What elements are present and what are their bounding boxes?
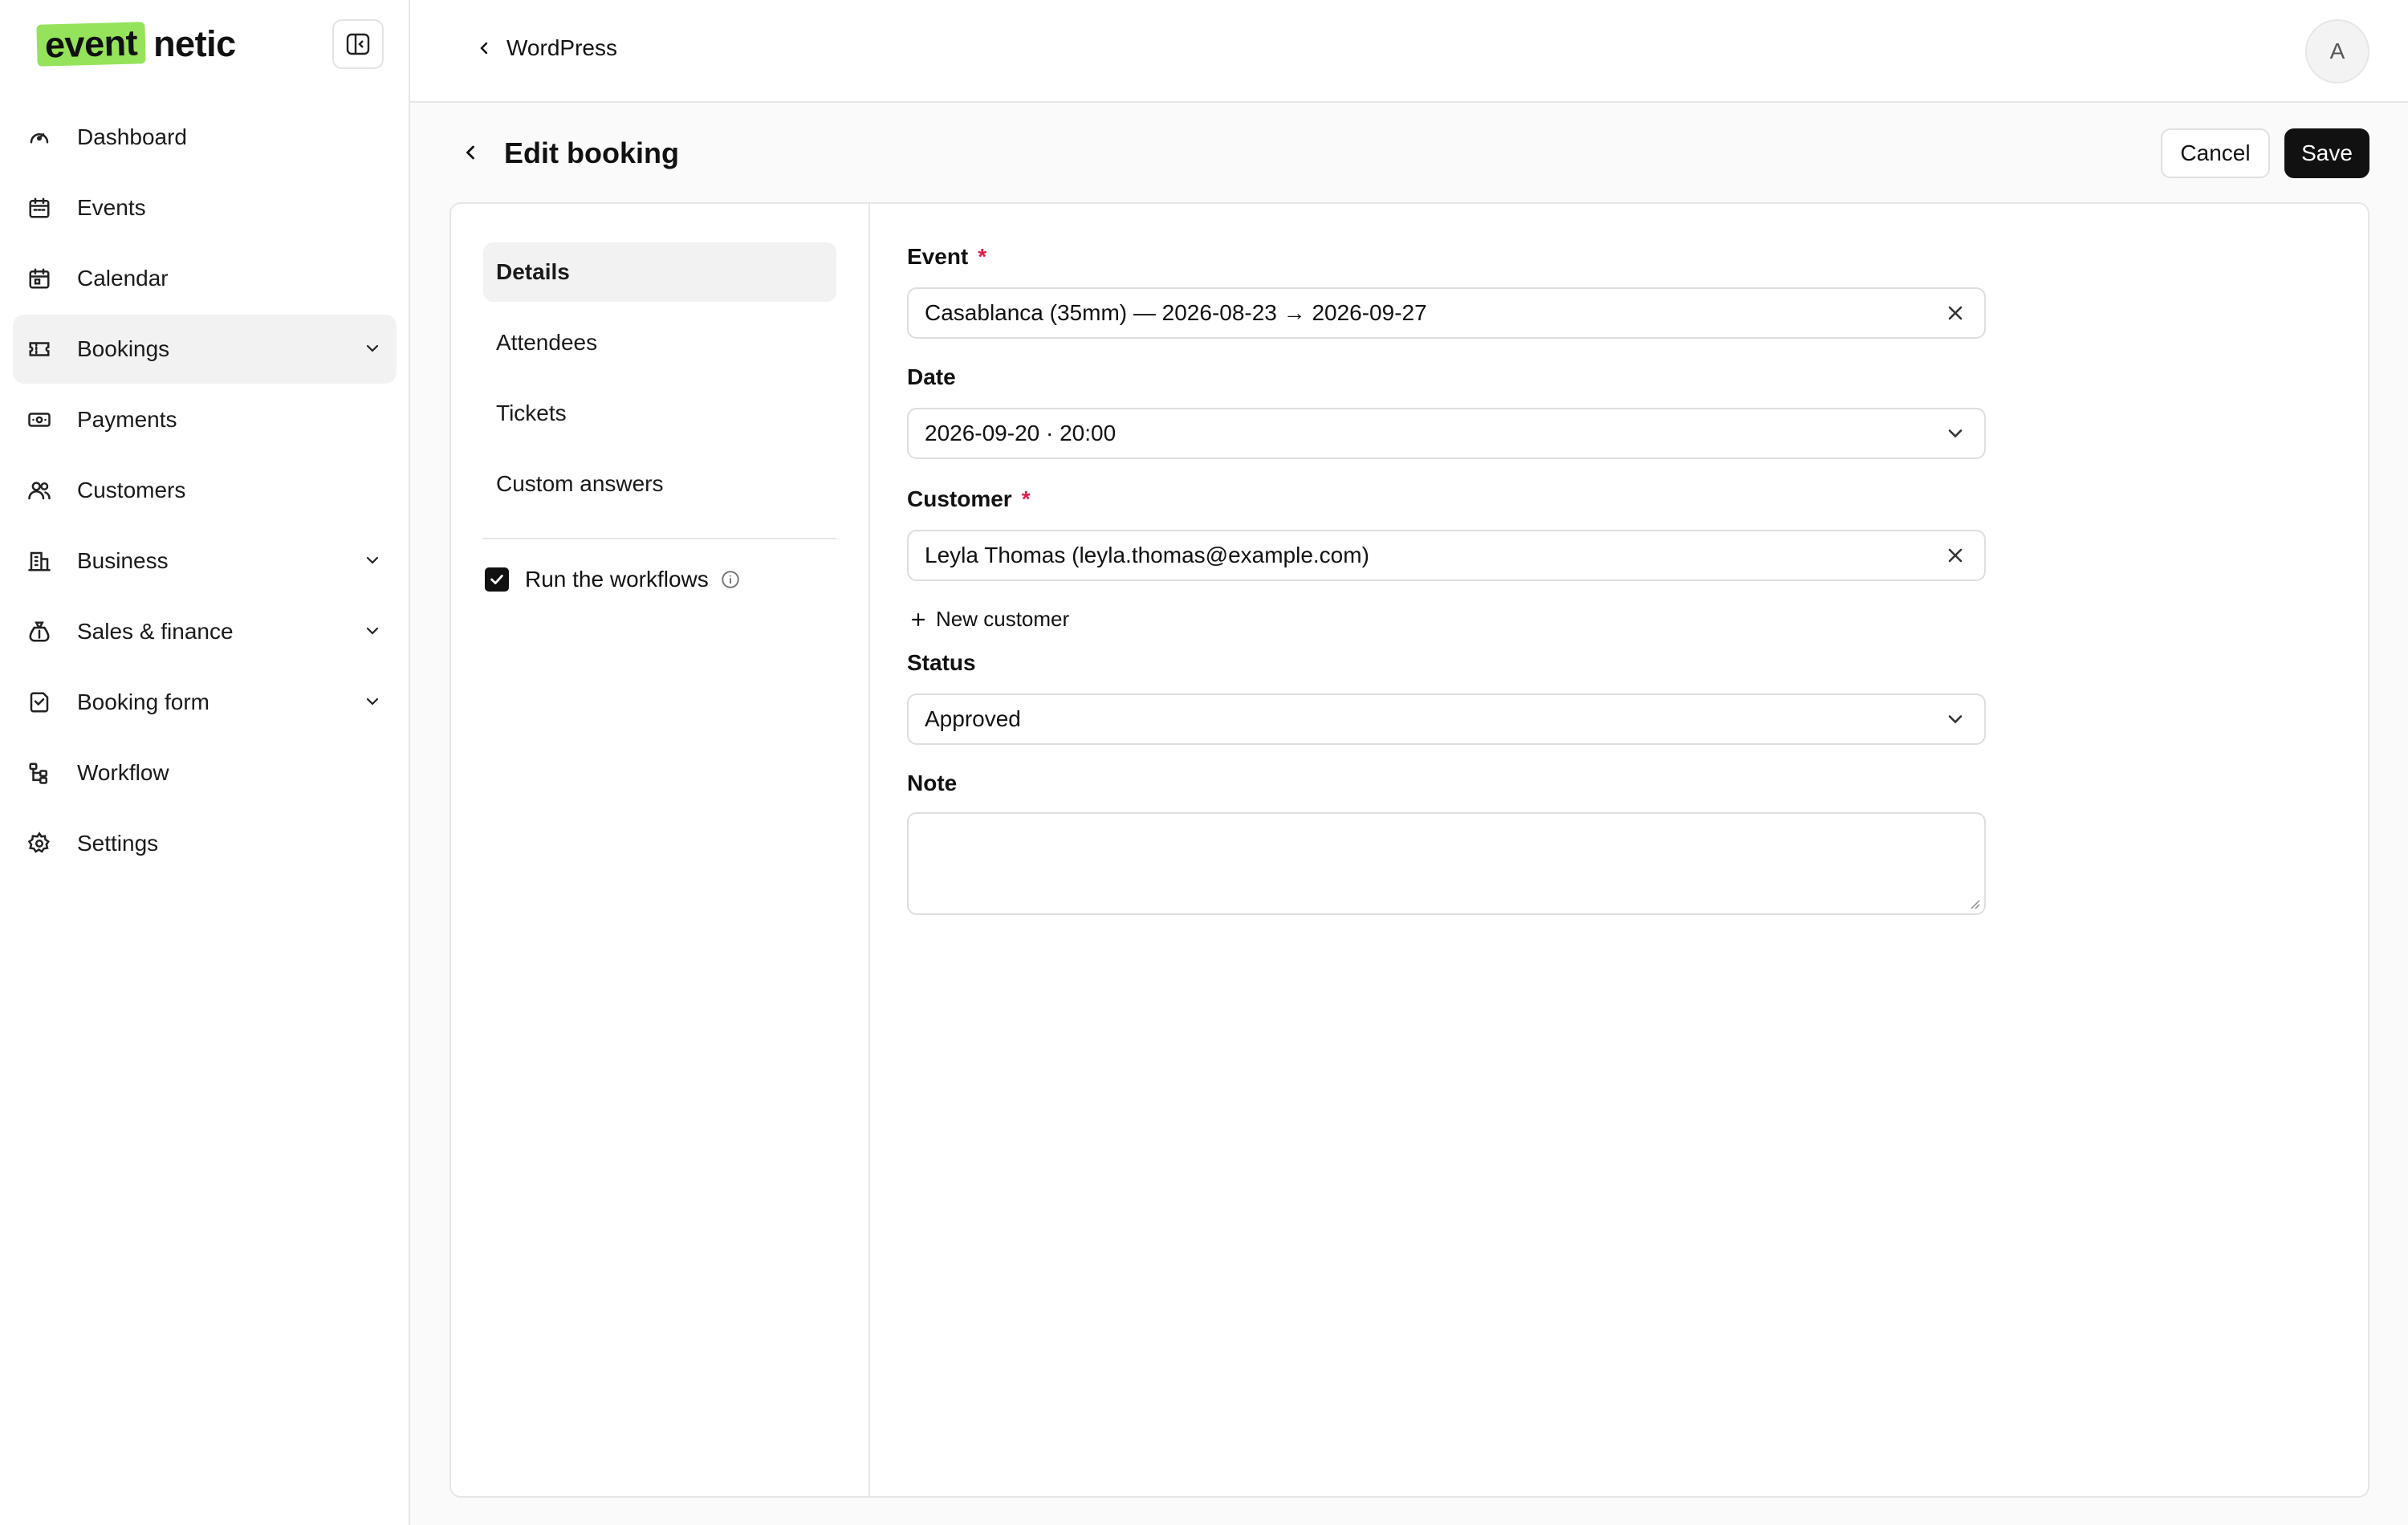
sidebar-item-label: Customers bbox=[77, 478, 186, 502]
ticket-icon bbox=[26, 336, 53, 363]
users-icon bbox=[26, 477, 53, 504]
date-select[interactable]: 2026-09-20 · 20:00 bbox=[907, 408, 1986, 459]
event-value: Casablanca (35mm) — 2026-08-23 → 2026-09… bbox=[925, 300, 1427, 325]
sidebar-item-label: Payments bbox=[77, 407, 177, 432]
banknote-icon bbox=[26, 406, 53, 433]
checkmark-icon bbox=[490, 575, 503, 584]
note-label: Note bbox=[907, 771, 958, 795]
event-label: Event * bbox=[907, 244, 986, 270]
sidebar-item-label: Booking form bbox=[77, 689, 209, 714]
sidebar-item-dashboard[interactable]: Dashboard bbox=[13, 103, 397, 172]
calendar-grid-icon bbox=[26, 265, 53, 292]
status-select[interactable]: Approved bbox=[907, 693, 1986, 745]
resize-handle-icon[interactable] bbox=[1968, 897, 1981, 910]
sidebar-toggle-icon bbox=[346, 33, 370, 55]
sidebar-item-events[interactable]: Events bbox=[13, 173, 397, 242]
required-mark: * bbox=[1021, 486, 1031, 511]
customer-label: Customer * bbox=[907, 486, 1031, 512]
note-textarea[interactable] bbox=[907, 812, 1986, 915]
workflow-icon bbox=[26, 759, 53, 787]
section-nav-panel: Details Attendees Tickets Custom answers… bbox=[451, 204, 870, 1496]
customer-value: Leyla Thomas (leyla.thomas@example.com) bbox=[925, 543, 1369, 567]
status-value: Approved bbox=[925, 706, 1021, 731]
required-mark: * bbox=[978, 244, 987, 269]
sidebar-item-label: Events bbox=[77, 195, 146, 220]
run-workflows-label[interactable]: Run the workflows bbox=[525, 567, 709, 592]
tab-tickets[interactable]: Tickets bbox=[483, 384, 836, 443]
info-icon[interactable] bbox=[720, 569, 741, 590]
chevron-down-icon bbox=[1948, 429, 1963, 438]
chevron-down-icon[interactable] bbox=[363, 621, 382, 640]
run-workflows-option: Run the workflows bbox=[485, 567, 741, 592]
gear-icon bbox=[26, 830, 53, 857]
page-back-button[interactable] bbox=[459, 141, 482, 164]
sidebar-item-label: Bookings bbox=[77, 336, 170, 361]
building-icon bbox=[26, 547, 53, 575]
tab-attendees[interactable]: Attendees bbox=[483, 313, 836, 372]
clear-icon[interactable] bbox=[1944, 302, 1967, 324]
sidebar-item-settings[interactable]: Settings bbox=[13, 809, 397, 878]
customer-label-text: Customer bbox=[907, 486, 1012, 511]
logo-highlight: event bbox=[36, 22, 146, 67]
sidebar-item-label: Workflow bbox=[77, 760, 169, 785]
event-label-text: Event bbox=[907, 244, 969, 269]
back-label: WordPress bbox=[506, 35, 617, 60]
form-icon bbox=[26, 689, 53, 716]
sidebar-item-customers[interactable]: Customers bbox=[13, 456, 397, 525]
brand-logo[interactable]: event netic bbox=[36, 21, 236, 67]
run-workflows-checkbox[interactable] bbox=[485, 567, 509, 592]
chevron-down-icon[interactable] bbox=[363, 339, 382, 358]
booking-editor-card: Details Attendees Tickets Custom answers… bbox=[449, 202, 2369, 1498]
date-label: Date bbox=[907, 364, 956, 389]
customer-select[interactable]: Leyla Thomas (leyla.thomas@example.com) bbox=[907, 530, 1986, 581]
status-label: Status bbox=[907, 650, 976, 675]
chevron-left-icon bbox=[466, 145, 474, 160]
save-button[interactable]: Save bbox=[2284, 128, 2369, 178]
sidebar-item-bookings[interactable]: Bookings bbox=[13, 315, 397, 384]
sidebar-item-business[interactable]: Business bbox=[13, 527, 397, 596]
tab-custom-answers[interactable]: Custom answers bbox=[483, 454, 836, 514]
sidebar-item-label: Sales & finance bbox=[77, 619, 234, 644]
date-value: 2026-09-20 · 20:00 bbox=[925, 421, 1117, 445]
main-nav: Dashboard Events Calendar Bookings Payme… bbox=[13, 103, 397, 880]
chevron-down-icon[interactable] bbox=[363, 692, 382, 711]
calendar-icon bbox=[26, 194, 53, 222]
money-bag-icon bbox=[26, 618, 53, 645]
sidebar-item-sales-finance[interactable]: Sales & finance bbox=[13, 597, 397, 666]
new-customer-button[interactable]: New customer bbox=[909, 607, 1069, 632]
page-title: Edit booking bbox=[504, 136, 679, 169]
logo-text: netic bbox=[153, 23, 236, 64]
sidebar-item-label: Business bbox=[77, 548, 169, 573]
sidebar-item-workflow[interactable]: Workflow bbox=[13, 738, 397, 807]
clear-icon[interactable] bbox=[1944, 544, 1967, 567]
page-header: Edit booking Cancel Save bbox=[449, 128, 2369, 180]
sidebar-item-payments[interactable]: Payments bbox=[13, 385, 397, 454]
chevron-down-icon bbox=[1948, 715, 1963, 724]
avatar[interactable]: A bbox=[2305, 19, 2369, 83]
gauge-icon bbox=[26, 124, 53, 151]
tab-details[interactable]: Details bbox=[483, 242, 836, 302]
event-select[interactable]: Casablanca (35mm) — 2026-08-23 → 2026-09… bbox=[907, 287, 1986, 339]
divider bbox=[483, 538, 836, 539]
cancel-button[interactable]: Cancel bbox=[2161, 128, 2270, 178]
plus-icon bbox=[911, 612, 925, 626]
topbar: WordPress A bbox=[410, 0, 2408, 103]
section-tabs: Details Attendees Tickets Custom answers bbox=[483, 242, 836, 525]
sidebar-item-label: Settings bbox=[77, 831, 159, 856]
sidebar: event netic Dashboard Events Calendar Bo… bbox=[0, 0, 410, 1525]
sidebar-item-label: Dashboard bbox=[77, 124, 187, 149]
sidebar-item-label: Calendar bbox=[77, 266, 169, 291]
chevron-down-icon[interactable] bbox=[363, 551, 382, 570]
sidebar-item-booking-form[interactable]: Booking form bbox=[13, 668, 397, 737]
chevron-left-icon bbox=[480, 42, 488, 55]
new-customer-label: New customer bbox=[936, 607, 1070, 631]
back-to-wordpress-link[interactable]: WordPress bbox=[474, 35, 617, 61]
sidebar-item-calendar[interactable]: Calendar bbox=[13, 244, 397, 313]
sidebar-toggle-button[interactable] bbox=[332, 19, 384, 69]
